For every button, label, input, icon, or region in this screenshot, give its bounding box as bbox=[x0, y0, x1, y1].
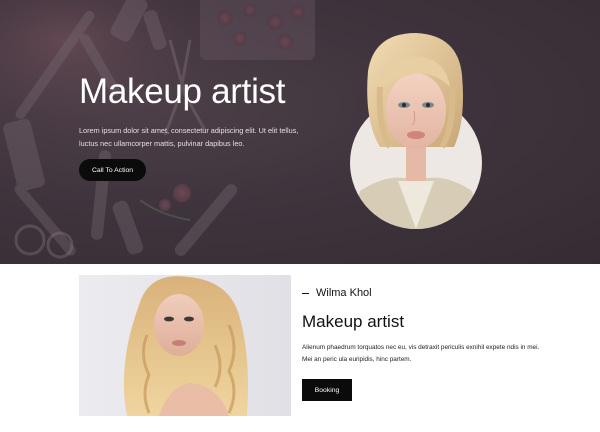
profile-photo-image bbox=[79, 275, 291, 416]
hero-section: Makeup artist Lorem ipsum dolor sit amet… bbox=[0, 0, 600, 264]
call-to-action-button[interactable]: Call To Action bbox=[79, 159, 146, 181]
byline: Wilma Khol bbox=[302, 287, 372, 299]
profile-photo bbox=[79, 275, 291, 416]
profile-title: Makeup artist bbox=[302, 312, 405, 331]
hero-description: Lorem ipsum dolor sit amet, consectetur … bbox=[79, 126, 299, 148]
hero-portrait-image bbox=[350, 33, 482, 229]
booking-button[interactable]: Booking bbox=[302, 379, 352, 401]
page: Makeup artist Lorem ipsum dolor sit amet… bbox=[0, 0, 600, 432]
hero-title: Makeup artist bbox=[79, 72, 286, 111]
byline-name: Wilma Khol bbox=[316, 287, 372, 299]
byline-dash bbox=[302, 292, 309, 294]
profile-description: Alienum phaedrum torquatos nec eu, vis d… bbox=[302, 344, 540, 363]
